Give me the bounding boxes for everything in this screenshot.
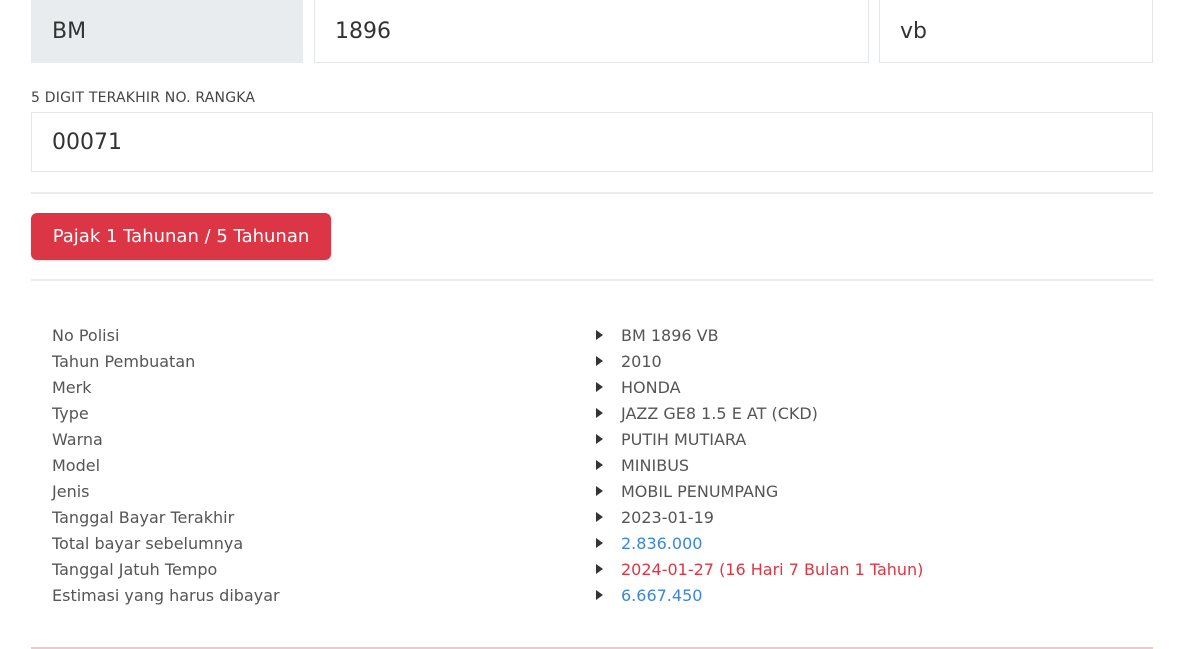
page: BM 1896 vb 5 DIGIT TERAKHIR NO. RANGKA 0… <box>0 0 1200 649</box>
info-value-amount: 2.836.000 <box>621 533 703 553</box>
tax-period-button[interactable]: Pajak 1 Tahunan / 5 Tahunan <box>31 213 331 260</box>
info-label: Total bayar sebelumnya <box>52 533 244 553</box>
info-row-merk: Merk HONDA <box>52 374 1152 400</box>
info-value-estimate: 6.667.450 <box>621 585 703 605</box>
info-row-tanggal-bayar-terakhir: Tanggal Bayar Terakhir 2023-01-19 <box>52 504 1152 530</box>
info-row-warna: Warna PUTIH MUTIARA <box>52 426 1152 452</box>
caret-right-icon <box>596 434 603 444</box>
info-value: 2010 <box>621 351 662 371</box>
caret-right-icon <box>596 330 603 340</box>
caret-right-icon <box>596 512 603 522</box>
info-value: MINIBUS <box>621 455 690 475</box>
info-label: Tahun Pembuatan <box>52 351 196 371</box>
plate-number-field[interactable]: 1896 <box>314 0 869 63</box>
info-label: Type <box>52 403 89 423</box>
info-value: 2023-01-19 <box>621 507 714 527</box>
info-row-no-polisi: No Polisi BM 1896 VB <box>52 322 1152 348</box>
info-value: JAZZ GE8 1.5 E AT (CKD) <box>621 403 818 423</box>
vehicle-info-list: No Polisi BM 1896 VB Tahun Pembuatan 201… <box>52 322 1152 608</box>
info-value: PUTIH MUTIARA <box>621 429 747 449</box>
caret-right-icon <box>596 590 603 600</box>
caret-right-icon <box>596 356 603 366</box>
info-value-due-date: 2024-01-27 (16 Hari 7 Bulan 1 Tahun) <box>621 559 924 579</box>
caret-right-icon <box>596 460 603 470</box>
info-value: HONDA <box>621 377 681 397</box>
info-label: Tanggal Jatuh Tempo <box>52 559 218 579</box>
info-label: Estimasi yang harus dibayar <box>52 585 280 605</box>
rangka-label: 5 DIGIT TERAKHIR NO. RANGKA <box>31 90 256 106</box>
info-row-tahun-pembuatan: Tahun Pembuatan 2010 <box>52 348 1152 374</box>
rangka-field[interactable]: 00071 <box>31 112 1153 172</box>
info-row-estimasi: Estimasi yang harus dibayar 6.667.450 <box>52 582 1152 608</box>
info-label: Warna <box>52 429 103 449</box>
info-value: BM 1896 VB <box>621 325 719 345</box>
info-row-jenis: Jenis MOBIL PENUMPANG <box>52 478 1152 504</box>
info-row-total-bayar-sebelumnya: Total bayar sebelumnya 2.836.000 <box>52 530 1152 556</box>
caret-right-icon <box>596 564 603 574</box>
info-label: Model <box>52 455 101 475</box>
plate-suffix-field[interactable]: vb <box>879 0 1153 63</box>
info-row-model: Model MINIBUS <box>52 452 1152 478</box>
info-label: Jenis <box>52 481 90 501</box>
info-row-tanggal-jatuh-tempo: Tanggal Jatuh Tempo 2024-01-27 (16 Hari … <box>52 556 1152 582</box>
info-label: Tanggal Bayar Terakhir <box>52 507 235 527</box>
divider <box>31 279 1153 281</box>
plate-prefix-field[interactable]: BM <box>31 0 303 63</box>
caret-right-icon <box>596 408 603 418</box>
divider <box>31 192 1153 194</box>
caret-right-icon <box>596 382 603 392</box>
info-row-type: Type JAZZ GE8 1.5 E AT (CKD) <box>52 400 1152 426</box>
info-value: MOBIL PENUMPANG <box>621 481 779 501</box>
caret-right-icon <box>596 538 603 548</box>
plate-number-row: BM 1896 vb <box>31 0 1153 63</box>
info-label: Merk <box>52 377 92 397</box>
caret-right-icon <box>596 486 603 496</box>
info-label: No Polisi <box>52 325 120 345</box>
